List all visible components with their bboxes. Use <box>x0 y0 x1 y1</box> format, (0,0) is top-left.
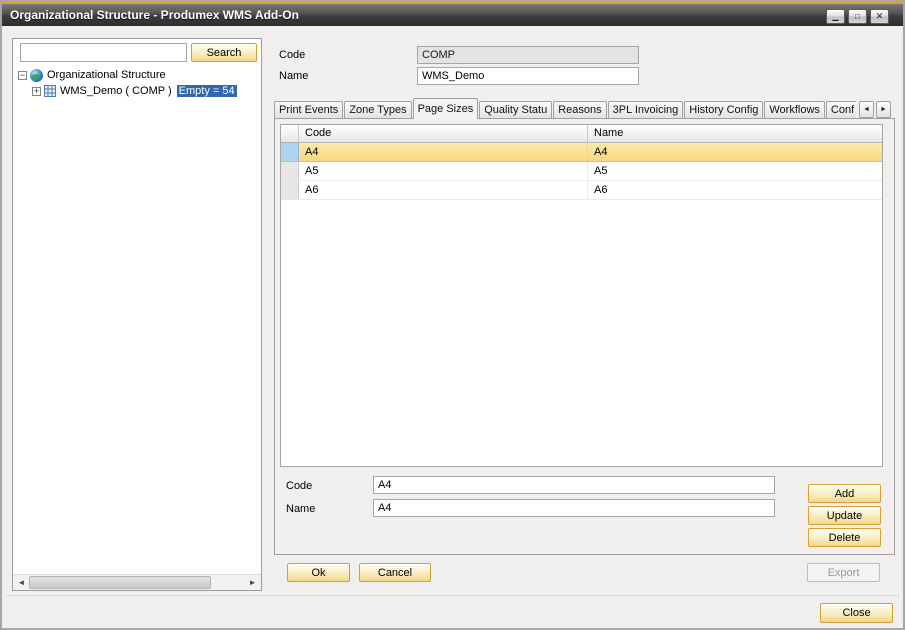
scroll-left-icon[interactable]: ◄ <box>14 576 29 590</box>
editor-name-label: Name <box>286 503 315 515</box>
window-title: Organizational Structure - Produmex WMS … <box>10 8 299 22</box>
update-button[interactable]: Update <box>808 506 881 525</box>
tab-history-config[interactable]: History Config <box>684 101 763 119</box>
editor-code-field[interactable] <box>373 476 775 494</box>
table-row[interactable]: A4A4 <box>281 143 882 162</box>
code-field <box>417 46 639 64</box>
export-button: Export <box>807 563 880 582</box>
tab-print-events[interactable]: Print Events <box>274 101 343 119</box>
maximize-icon: □ <box>849 10 866 23</box>
table-body: A4A4A5A5A6A6 <box>281 143 882 200</box>
table-row[interactable]: A6A6 <box>281 181 882 200</box>
tab-zone-types[interactable]: Zone Types <box>344 101 411 119</box>
horizontal-scrollbar[interactable]: ◄ ► <box>13 574 261 590</box>
cell-code: A4 <box>299 143 588 161</box>
window-controls: ▁ □ ✕ <box>826 9 889 24</box>
cell-name: A4 <box>588 143 882 161</box>
editor-name-field[interactable] <box>373 499 775 517</box>
tree-child-label[interactable]: WMS_Demo ( COMP ) <box>60 85 172 97</box>
company-grid-icon <box>44 85 56 97</box>
tree-item-organizational-structure[interactable]: − Organizational Structure <box>18 67 258 83</box>
title-bar: Organizational Structure - Produmex WMS … <box>2 2 903 26</box>
cancel-button[interactable]: Cancel <box>359 563 431 582</box>
collapse-toggle-icon[interactable]: − <box>18 71 27 80</box>
close-window-button[interactable]: ✕ <box>870 9 889 24</box>
tab-scroll-right-button[interactable]: ► <box>876 101 891 118</box>
add-button[interactable]: Add <box>808 484 881 503</box>
scrollbar-thumb[interactable] <box>29 576 211 589</box>
row-selector-cell[interactable] <box>281 162 299 180</box>
tab-strip: Print EventsZone TypesPage SizesQuality … <box>274 98 856 119</box>
column-header-code[interactable]: Code <box>299 125 588 142</box>
maximize-button[interactable]: □ <box>848 9 867 24</box>
minimize-icon: ▁ <box>827 10 844 23</box>
expand-toggle-icon[interactable]: + <box>32 87 41 96</box>
cell-name: A6 <box>588 181 882 199</box>
header-selector-cell <box>281 125 299 142</box>
name-label: Name <box>279 70 308 82</box>
tree-item-wms-demo[interactable]: + WMS_Demo ( COMP ) Empty = 54 <box>32 83 258 99</box>
selection-highlight-text: Empty = 54 <box>177 85 237 97</box>
row-selector-cell[interactable] <box>281 143 299 161</box>
column-header-name[interactable]: Name <box>588 125 882 142</box>
minimize-button[interactable]: ▁ <box>826 9 845 24</box>
tree-root-label[interactable]: Organizational Structure <box>47 69 166 81</box>
scroll-right-icon[interactable]: ► <box>245 576 260 590</box>
cell-name: A5 <box>588 162 882 180</box>
globe-icon <box>30 69 43 82</box>
editor-code-label: Code <box>286 480 312 492</box>
tab-page-sizes[interactable]: Page Sizes <box>413 98 479 119</box>
app-window: Organizational Structure - Produmex WMS … <box>0 0 905 630</box>
tab-scroll-left-button[interactable]: ◄ <box>859 101 874 118</box>
code-label: Code <box>279 49 305 61</box>
page-sizes-table: Code Name A4A4A5A5A6A6 <box>280 124 883 467</box>
ok-button[interactable]: Ok <box>287 563 350 582</box>
row-selector-cell[interactable] <box>281 181 299 199</box>
tab-reasons[interactable]: Reasons <box>553 101 606 119</box>
close-button[interactable]: Close <box>820 603 893 623</box>
page-sizes-tab-panel: Code Name A4A4A5A5A6A6 Code Name Add Upd… <box>274 118 895 555</box>
close-icon: ✕ <box>871 10 888 23</box>
bottom-divider <box>6 595 899 596</box>
tab-quality-statu[interactable]: Quality Statu <box>479 101 552 119</box>
search-input[interactable] <box>20 43 187 62</box>
search-button[interactable]: Search <box>191 43 257 62</box>
org-tree-panel: Search − Organizational Structure + WMS_… <box>12 38 262 591</box>
org-tree: − Organizational Structure + WMS_Demo ( … <box>18 67 258 99</box>
tab-workflows[interactable]: Workflows <box>764 101 825 119</box>
table-header: Code Name <box>281 125 882 143</box>
tab-conf[interactable]: Conf <box>826 101 856 119</box>
table-row[interactable]: A5A5 <box>281 162 882 181</box>
delete-button[interactable]: Delete <box>808 528 881 547</box>
cell-code: A6 <box>299 181 588 199</box>
tab-3pl-invoicing[interactable]: 3PL Invoicing <box>608 101 684 119</box>
name-field[interactable] <box>417 67 639 85</box>
cell-code: A5 <box>299 162 588 180</box>
